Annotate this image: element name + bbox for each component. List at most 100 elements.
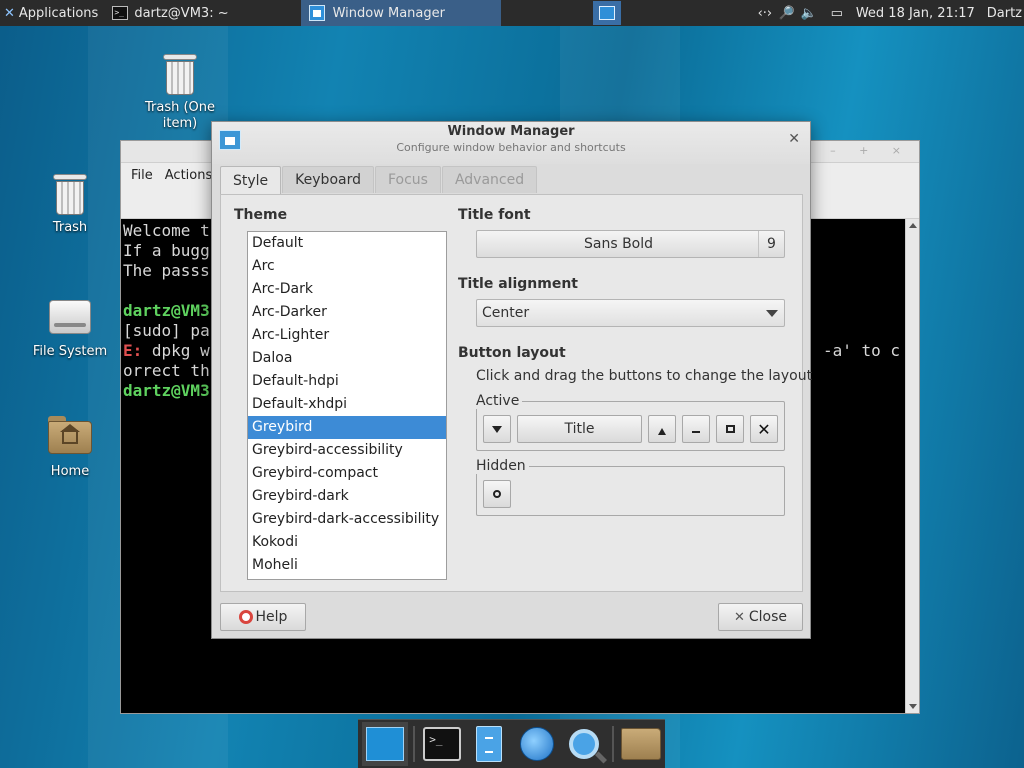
active-buttons-frame[interactable]: Active Title ✕ xyxy=(476,393,785,451)
dock: >_ xyxy=(358,719,665,768)
arrow-up-icon xyxy=(658,427,666,435)
title-font-name: Sans Bold xyxy=(583,236,654,252)
list-item[interactable]: Kokodi xyxy=(248,531,446,554)
maximize-button[interactable] xyxy=(716,415,744,443)
menu-actions[interactable]: Actions xyxy=(165,168,213,183)
style-tab-panel: Theme Default Arc Arc-Dark Arc-Darker Ar… xyxy=(220,194,812,592)
dock-app-finder[interactable] xyxy=(561,722,607,766)
theme-list[interactable]: Default Arc Arc-Dark Arc-Darker Arc-Ligh… xyxy=(247,231,447,580)
theme-heading: Theme xyxy=(234,207,288,223)
stick-button[interactable] xyxy=(483,480,511,508)
close-icon[interactable]: ✕ xyxy=(788,131,800,147)
clock[interactable]: Wed 18 Jan, 21:17 xyxy=(848,0,983,26)
list-item[interactable]: Default-xhdpi xyxy=(248,393,446,416)
terminal-text: dpkg w xyxy=(142,341,210,360)
list-item[interactable]: Greybird-accessibility xyxy=(248,439,446,462)
terminal-text-right: -a' to c xyxy=(823,341,901,360)
close-label: Close xyxy=(748,609,788,625)
workspace-switcher[interactable] xyxy=(592,1,621,25)
tab-advanced[interactable]: Advanced xyxy=(441,166,538,193)
title-font-button[interactable]: Sans Bold 9 xyxy=(476,230,785,258)
button-layout-hint: Click and drag the buttons to change the… xyxy=(476,368,813,384)
trash-icon xyxy=(163,52,197,96)
list-item[interactable]: Daloa xyxy=(248,347,446,370)
list-item[interactable]: Arc xyxy=(248,255,446,278)
task-terminal-label: dartz@VM3: ~ xyxy=(134,5,229,21)
menu-file[interactable]: File xyxy=(131,168,153,183)
volume-icon[interactable]: 🔈 xyxy=(798,0,820,26)
close-layout-button[interactable]: ✕ xyxy=(750,415,778,443)
dock-separator xyxy=(611,726,614,762)
minimize-button[interactable] xyxy=(682,415,710,443)
tab-keyboard[interactable]: Keyboard xyxy=(282,166,374,193)
list-item[interactable]: Default-hdpi xyxy=(248,370,446,393)
close-icon: ✕ xyxy=(733,609,745,625)
scroll-up-icon[interactable] xyxy=(909,223,917,228)
tab-style[interactable]: Style xyxy=(220,166,282,195)
title-alignment-select[interactable]: Center xyxy=(476,299,785,327)
window-manager-dialog: Window Manager Configure window behavior… xyxy=(211,121,812,639)
dock-file-manager[interactable] xyxy=(466,722,512,766)
help-label: Help xyxy=(255,609,288,625)
search-tray-icon[interactable]: 🔎 xyxy=(776,0,798,26)
lifebuoy-icon xyxy=(238,610,253,624)
list-item[interactable]: Arc-Darker xyxy=(248,301,446,324)
terminal-icon: >_ xyxy=(112,6,129,20)
home-folder-icon xyxy=(48,414,92,454)
globe-icon xyxy=(519,727,554,761)
dialog-header[interactable]: Window Manager Configure window behavior… xyxy=(212,122,810,164)
list-item[interactable]: Default xyxy=(248,232,446,255)
list-item[interactable]: Moheli xyxy=(248,554,446,577)
trash-icon xyxy=(53,172,87,216)
terminal-error-tag: E: xyxy=(123,341,143,360)
task-terminal[interactable]: >_ dartz@VM3: ~ xyxy=(104,0,236,26)
applications-label: Applications xyxy=(18,5,99,21)
desktop-icon-file-system[interactable]: File System xyxy=(20,294,120,359)
magnifier-icon xyxy=(568,729,599,759)
chevron-down-icon xyxy=(766,310,778,317)
display-icon[interactable]: ▭ xyxy=(826,0,848,26)
hard-drive-icon xyxy=(49,300,91,334)
minimize-icon xyxy=(692,431,700,433)
help-button[interactable]: Help xyxy=(220,603,306,631)
terminal-scrollbar[interactable] xyxy=(905,219,919,713)
desktop-icon-label: Home xyxy=(50,464,90,479)
dock-terminal[interactable]: >_ xyxy=(419,722,465,766)
list-item[interactable]: Arc-Lighter xyxy=(248,324,446,347)
desktop-icon-home[interactable]: Home xyxy=(20,414,120,479)
list-item[interactable]: Greybird-dark xyxy=(248,485,446,508)
desktop-icon-trash-one-item[interactable]: Trash (One item) xyxy=(130,52,230,132)
title-alignment-value: Center xyxy=(482,305,530,321)
applications-menu[interactable]: ✕ Applications xyxy=(0,0,104,26)
window-manager-icon xyxy=(308,5,325,21)
close-button[interactable]: ✕ Close xyxy=(718,603,803,631)
dock-show-desktop[interactable] xyxy=(362,722,409,766)
title-font-heading: Title font xyxy=(458,207,531,223)
title-alignment-heading: Title alignment xyxy=(458,276,578,292)
user-menu[interactable]: Dartz xyxy=(983,0,1024,26)
workspace-icon xyxy=(598,6,615,20)
list-item[interactable]: Greybird-compact xyxy=(248,462,446,485)
terminal-window-controls[interactable]: + – + × xyxy=(797,144,911,157)
list-item[interactable]: Greybird-dark-accessibility xyxy=(248,508,446,531)
list-item[interactable]: Arc-Dark xyxy=(248,278,446,301)
desktop-icon-trash[interactable]: Trash xyxy=(20,172,120,235)
folder-icon xyxy=(620,728,661,760)
dock-web-browser[interactable] xyxy=(513,722,559,766)
network-icon[interactable]: ‹·› xyxy=(754,0,776,26)
task-window-manager[interactable]: Window Manager xyxy=(300,0,501,26)
tab-focus[interactable]: Focus xyxy=(374,166,441,193)
menu-button[interactable] xyxy=(483,415,511,443)
title-layout-button[interactable]: Title xyxy=(517,415,642,443)
dock-folder[interactable] xyxy=(618,722,664,766)
title-font-size: 9 xyxy=(758,231,784,257)
file-cabinet-icon xyxy=(476,726,503,762)
shade-button[interactable] xyxy=(648,415,676,443)
hidden-buttons-frame[interactable]: Hidden xyxy=(476,458,785,516)
scroll-down-icon[interactable] xyxy=(909,704,917,709)
desktop-icon-label: Trash (One item) xyxy=(144,100,216,131)
list-item-selected[interactable]: Greybird xyxy=(248,416,446,439)
desktop-icon-label: Trash xyxy=(52,220,88,235)
dock-separator xyxy=(413,726,416,762)
dialog-title: Window Manager xyxy=(447,124,575,139)
